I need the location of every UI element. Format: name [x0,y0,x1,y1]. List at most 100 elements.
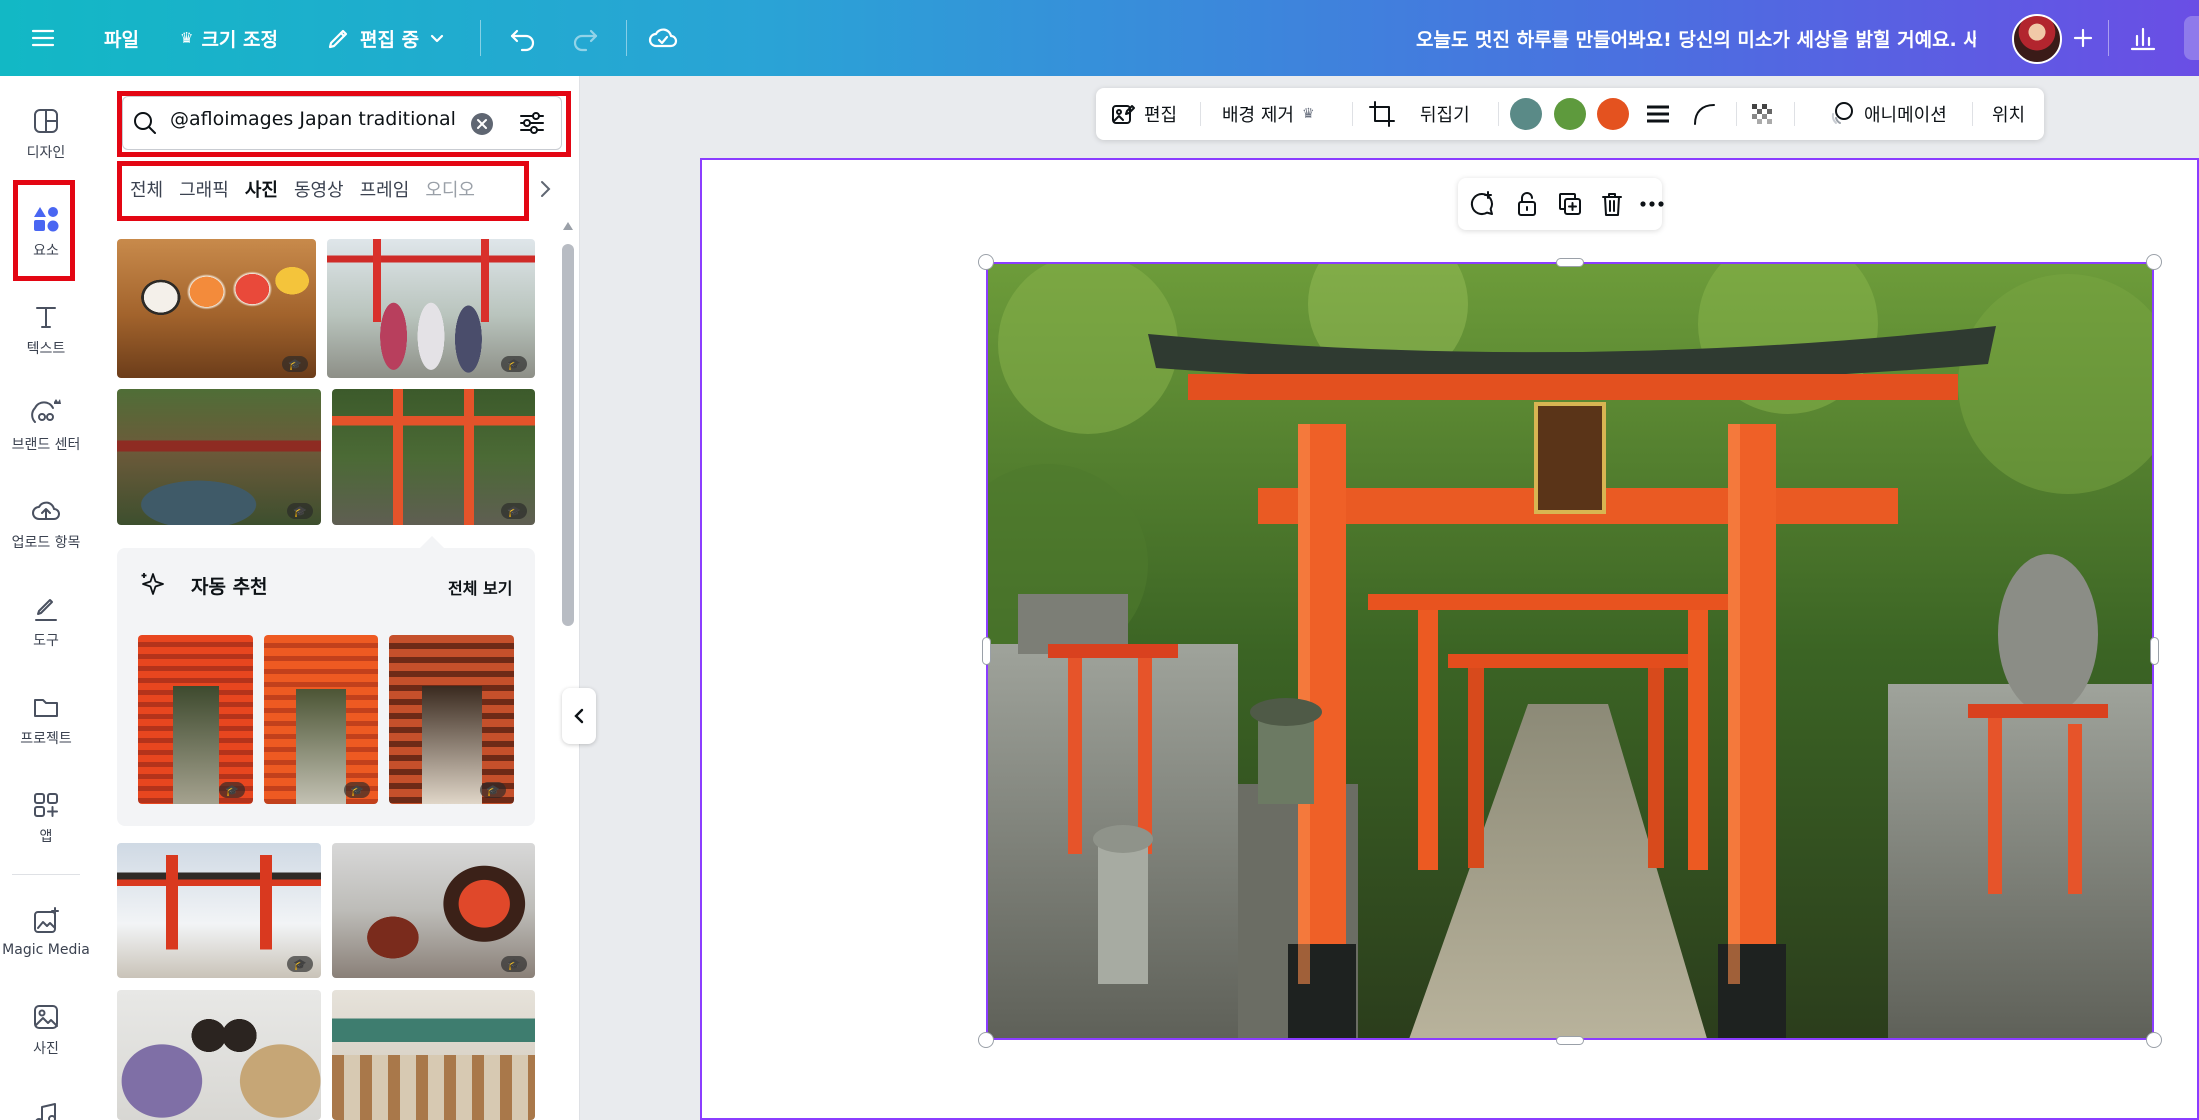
element-floating-toolbar [1458,178,1664,230]
rail-item-uploads[interactable]: 업로드 항목 [0,496,92,552]
rail-label: 요소 [33,243,59,259]
result-thumb-sushi[interactable]: 🎓 [117,239,316,378]
tab-all[interactable]: 전체 [122,176,171,202]
rail-item-tools[interactable]: 도구 [0,594,92,650]
lock-icon[interactable] [1513,190,1541,218]
rail-item-elements[interactable]: 요소 [0,204,92,260]
resize-handle-right[interactable] [2150,637,2159,665]
more-options-icon[interactable] [1638,190,1666,218]
rail-label: 텍스트 [26,341,66,357]
color-swatch-green[interactable] [1554,98,1586,130]
undo-button[interactable] [508,0,538,76]
file-menu[interactable]: 파일 [104,0,139,76]
edit-image-button[interactable]: 편집 [1110,88,1177,140]
menu-button[interactable] [30,0,56,76]
pro-badge: 🎓 [480,782,506,798]
plus-icon [2073,28,2093,48]
tab-frames[interactable]: 프레임 [352,176,418,202]
avatar[interactable] [2012,14,2062,64]
animate-label: 애니메이션 [1864,105,1947,126]
suggest-thumb-3[interactable]: 🎓 [389,635,514,804]
tab-graphics[interactable]: 그래픽 [171,176,237,202]
rail-item-projects[interactable]: 프로젝트 [0,692,92,748]
pro-badge: 🎓 [501,356,527,372]
panel-scrollbar[interactable] [562,220,574,1120]
resize-handle-top-left[interactable] [978,254,994,270]
clear-search-button[interactable] [471,113,493,135]
torii-photo [988,264,2152,1038]
resize-handle-top-right[interactable] [2146,254,2162,270]
resize-handle-top[interactable] [1556,258,1584,267]
animate-icon [1831,102,1853,124]
resize-label: 크기 조정 [201,28,278,51]
result-thumb-classroom[interactable] [332,990,535,1120]
editing-mode-button[interactable]: 편집 중 [326,0,447,76]
transparency-button[interactable] [1748,88,1776,140]
tab-audio[interactable]: 오디오 [417,176,483,202]
result-thumb-festival[interactable]: 🎓 [332,843,535,978]
bg-remove-button[interactable]: 배경 제거 ♛ [1222,88,1315,140]
crop-button[interactable] [1368,88,1396,140]
more-button[interactable] [2184,16,2199,60]
resize-handle-bottom-right[interactable] [2146,1032,2162,1048]
rail-item-audio[interactable] [0,1100,92,1120]
see-all-link[interactable]: 전체 보기 [448,575,512,599]
resize-handle-left[interactable] [982,637,991,665]
design-title[interactable]: 오늘도 멋진 하루를 만들어봐요! 당신의 미소가 세상을 밝힐 거예요. 새.… [1416,0,1976,76]
border-style-button[interactable] [1644,88,1672,140]
result-thumb-couple[interactable] [117,990,321,1120]
rail-item-brand[interactable]: 브랜드 센터 [0,398,92,454]
folder-icon [34,699,58,717]
duplicate-icon[interactable] [1556,190,1584,218]
result-thumb-torii-sky[interactable]: 🎓 [117,843,321,978]
animate-button[interactable]: 애니메이션 [1828,88,1947,140]
resize-handle-bottom-left[interactable] [978,1032,994,1048]
rail-item-apps[interactable]: 앱 [0,790,92,846]
crop-icon [1369,101,1395,127]
redo-button[interactable] [570,0,600,76]
left-rail: 디자인 요소 텍스트 브랜드 센터 업로드 항목 도구 프로젝트 앱 Magic… [0,76,92,1120]
tabs-next-button[interactable] [536,178,554,204]
tools-icon [35,599,57,621]
insights-button[interactable] [2128,0,2158,76]
trash-icon[interactable] [1598,190,1626,218]
resize-button[interactable]: ♛ 크기 조정 [180,0,278,76]
flip-button[interactable]: 뒤집기 [1420,88,1470,140]
search-value: @afloimages Japan traditional [170,108,456,130]
rail-item-photos[interactable]: 사진 [0,1002,92,1058]
chevron-left-icon [574,708,584,724]
resize-handle-bottom[interactable] [1556,1036,1584,1045]
pro-badge: 🎓 [501,956,527,972]
add-collaborator-button[interactable] [2070,0,2096,76]
color-swatch-teal[interactable] [1510,98,1542,130]
rail-item-magic-media[interactable]: Magic Media [0,906,92,958]
scrollbar-thumb[interactable] [562,244,574,626]
rail-label: Magic Media [2,942,90,958]
rail-item-design[interactable]: 디자인 [0,106,92,162]
collapse-panel-button[interactable] [562,688,596,744]
tab-videos[interactable]: 동영상 [286,176,352,202]
pro-badge: 🎓 [501,503,527,519]
result-thumb-torii-path[interactable]: 🎓 [332,389,535,525]
corner-rounding-button[interactable] [1690,88,1718,140]
color-swatch-orange[interactable] [1597,98,1629,130]
result-thumb-garden[interactable]: 🎓 [117,389,321,525]
crown-icon: ♛ [1301,106,1315,122]
cloud-save-button[interactable] [648,0,678,76]
suggest-thumb-1[interactable]: 🎓 [138,635,253,804]
filter-icon[interactable] [517,108,547,138]
comment-add-icon[interactable] [1468,190,1496,218]
apps-icon [34,793,58,817]
tab-photos[interactable]: 사진 [237,176,286,202]
design-title-text: 오늘도 멋진 하루를 만들어봐요! 당신의 미소가 세상을 밝힐 거예요. 새.… [1416,28,1976,51]
search-icon [134,112,156,134]
suggest-thumb-2[interactable]: 🎓 [264,635,378,804]
pro-badge: 🎓 [344,782,370,798]
category-tabs: 전체 그래픽 사진 동영상 프레임 오디오 [122,166,522,212]
upload-icon [32,501,60,520]
rail-label: 도구 [33,633,59,649]
position-button[interactable]: 위치 [1992,88,2025,140]
selected-photo-torii-gates[interactable] [986,262,2154,1040]
rail-item-text[interactable]: 텍스트 [0,302,92,358]
result-thumb-kimono-torii[interactable]: 🎓 [327,239,535,378]
